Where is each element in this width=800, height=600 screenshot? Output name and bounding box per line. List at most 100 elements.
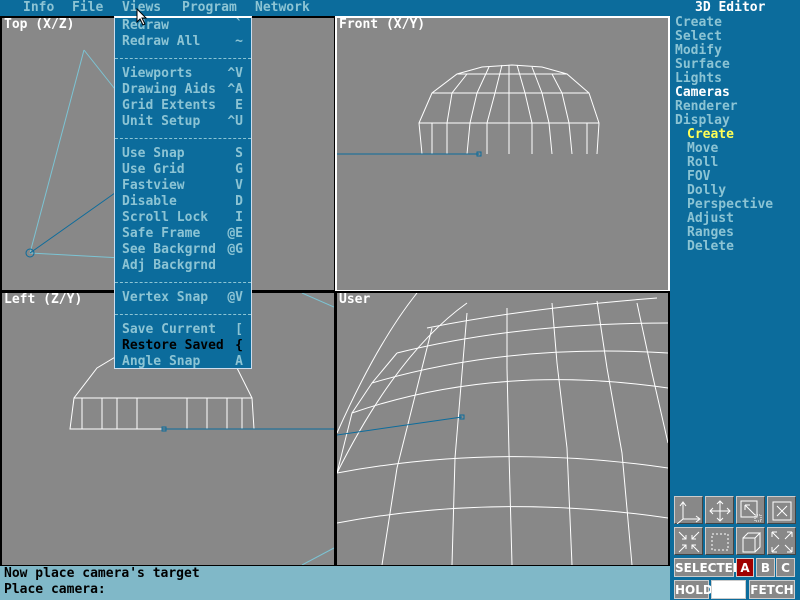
menu-item-label: Adj Backgrnd [122,258,216,273]
menu-item-shortcut: I [235,210,243,225]
views-dropdown-menu: Redraw ` Redraw All ~ Viewports ^V Drawing Aid… [114,16,252,369]
menu-item-label: Angle Snap [122,354,201,369]
panel-subitem-create[interactable]: Create [687,128,734,142]
menu-separator [115,282,251,283]
menu-item-fastview[interactable]: Fastview V [122,178,243,194]
panel-subitem-delete[interactable]: Delete [687,240,734,254]
axis-icon [676,501,701,525]
menu-item-angle-snap[interactable]: Angle Snap A [122,354,243,370]
panel-subitem-ranges[interactable]: Ranges [687,226,734,240]
selection-a-button[interactable]: A [736,558,754,577]
menu-item-label: Safe Frame [122,226,201,241]
menu-item-grid-extents[interactable]: Grid Extents E [122,98,243,114]
panel-item-select[interactable]: Select [675,30,722,44]
panel-item-surface[interactable]: Surface [675,58,730,72]
menu-item-shortcut: { [235,338,243,353]
menu-item-shortcut: ^U [227,114,243,129]
menu-item-label: Use Grid [122,162,185,177]
menu-network[interactable]: Network [255,0,310,15]
menu-file[interactable]: File [72,0,103,15]
region-icon [711,533,729,551]
menu-item-drawing-aids[interactable]: Drawing Aids ^A [122,82,243,98]
front-wireframe [337,64,600,157]
hold-button[interactable]: HOLD [674,580,713,599]
menu-item-shortcut: E [235,98,243,113]
zoom-extents-button[interactable] [767,496,796,524]
panel-item-cameras[interactable]: Cameras [675,86,730,100]
menu-item-see-backgrnd[interactable]: See Backgrnd @G [122,242,243,258]
status-bar: Now place camera's target Place camera: [0,566,670,600]
menu-item-vertex-snap[interactable]: Vertex Snap @V [122,290,243,306]
panel-title: 3D Editor [695,0,766,15]
menu-item-label: Drawing Aids [122,82,216,97]
panel-item-renderer[interactable]: Renderer [675,100,738,114]
menu-item-use-grid[interactable]: Use Grid G [122,162,243,178]
panel-subitem-roll[interactable]: Roll [687,156,718,170]
viewport-label: Front (X/Y) [339,17,426,32]
menu-item-shortcut: S [235,146,243,161]
panel-subitem-fov[interactable]: FOV [687,170,710,184]
menu-item-label: Restore Saved [122,338,224,353]
menu-item-shortcut: [ [235,322,243,337]
menu-item-label: Redraw All [122,34,201,49]
menu-item-label: Save Current [122,322,216,337]
mouse-cursor-icon [136,8,148,26]
selection-b-button[interactable]: B [756,558,775,577]
zoom-in-icon [678,531,700,553]
cube-button[interactable] [736,527,765,555]
hold-fetch-indicator[interactable] [711,580,746,599]
menu-item-scroll-lock[interactable]: Scroll Lock I [122,210,243,226]
viewport-user[interactable]: User [335,291,670,567]
menu-item-shortcut: V [235,178,243,193]
zoom-in-button[interactable] [674,527,703,555]
zoom-out-button[interactable] [767,527,796,555]
panel-subitem-perspective[interactable]: Perspective [687,198,773,212]
viewport-label: Left (Z/Y) [4,292,83,307]
zoom-window-button[interactable] [736,496,765,524]
zoom-out-icon [771,531,793,553]
menu-item-shortcut: ` [235,18,243,33]
panel-item-display[interactable]: Display [675,114,730,128]
menu-item-save-current[interactable]: Save Current [ [122,322,243,338]
panel-item-lights[interactable]: Lights [675,72,722,86]
menu-item-redraw-all[interactable]: Redraw All ~ [122,34,243,50]
status-input: Place camera: [4,582,106,597]
viewport-label: User [339,292,371,307]
panel-item-create[interactable]: Create [675,16,722,30]
menu-item-shortcut: ~ [235,34,243,49]
menu-separator [115,314,251,315]
pan-button[interactable] [705,496,734,524]
menu-item-shortcut: G [235,162,243,177]
menu-item-label: Disable [122,194,177,209]
region-button[interactable] [705,527,734,555]
menu-item-label: Vertex Snap [122,290,209,305]
menu-item-shortcut: ^V [227,66,243,81]
selected-button[interactable]: SELECTED [674,558,743,577]
status-prompt: Now place camera's target [4,566,200,581]
zoom-extents-icon [772,501,792,521]
menu-program[interactable]: Program [182,0,237,15]
menu-item-restore-saved[interactable]: Restore Saved { [122,338,243,354]
menu-item-viewports[interactable]: Viewports ^V [122,66,243,82]
selection-c-button[interactable]: C [776,558,795,577]
menu-item-shortcut: @E [227,226,243,241]
viewport-front[interactable]: Front (X/Y) [335,16,670,292]
viewport-label: Top (X/Z) [4,17,75,32]
menu-item-shortcut: @V [227,290,243,305]
menu-item-shortcut: @G [227,242,243,257]
panel-item-modify[interactable]: Modify [675,44,722,58]
menu-item-unit-setup[interactable]: Unit Setup ^U [122,114,243,130]
panel-subitem-adjust[interactable]: Adjust [687,212,734,226]
menu-item-label: Scroll Lock [122,210,209,225]
menu-info[interactable]: Info [23,0,54,15]
menu-item-use-snap[interactable]: Use Snap S [122,146,243,162]
menu-item-label: Viewports [122,66,193,81]
panel-subitem-move[interactable]: Move [687,142,718,156]
axis-button[interactable] [674,496,703,525]
fetch-button[interactable]: FETCH [749,580,795,599]
menu-item-shortcut: ^A [227,82,243,97]
menu-item-adj-backgrnd[interactable]: Adj Backgrnd [122,258,243,274]
menu-item-safe-frame[interactable]: Safe Frame @E [122,226,243,242]
panel-subitem-dolly[interactable]: Dolly [687,184,726,198]
menu-item-disable[interactable]: Disable D [122,194,243,210]
